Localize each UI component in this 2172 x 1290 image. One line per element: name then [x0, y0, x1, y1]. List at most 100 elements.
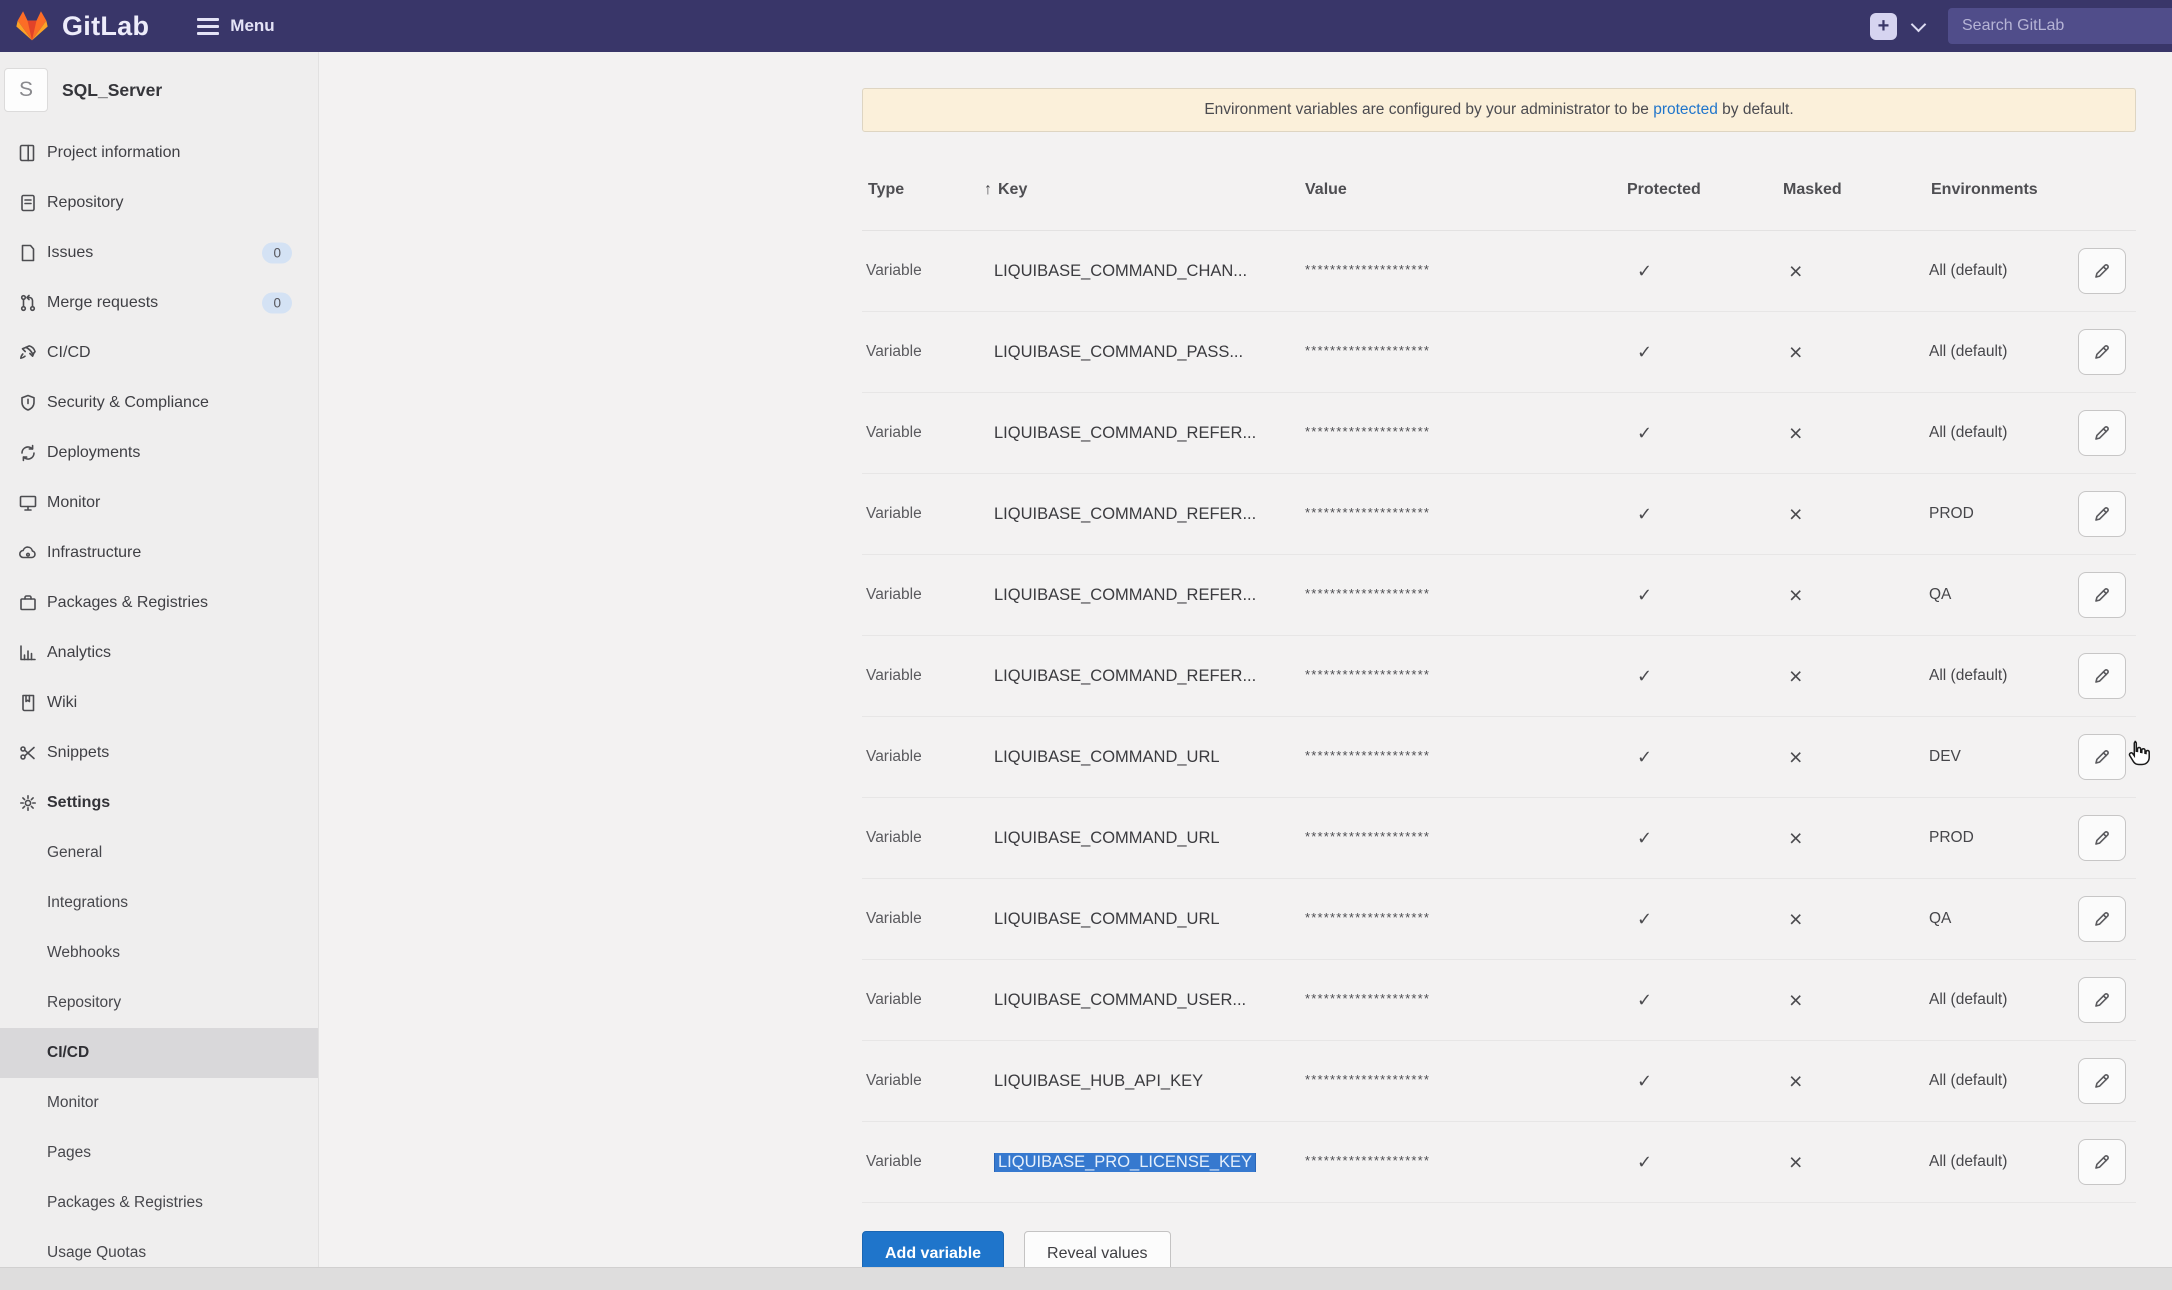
analytics-icon [18, 643, 38, 663]
sidebar-project-header[interactable]: S SQL_Server [0, 52, 318, 128]
variable-row: VariableLIQUIBASE_COMMAND_REFER...******… [862, 393, 2136, 474]
protected-check-icon: ✓ [1621, 909, 1777, 930]
edit-variable-button[interactable] [2078, 896, 2126, 942]
sidebar-subitem-webhooks[interactable]: Webhooks [0, 928, 318, 978]
variable-masked-value: ******************** [1299, 343, 1621, 358]
variable-row: VariableLIQUIBASE_COMMAND_PASS...*******… [862, 312, 2136, 393]
variable-type: Variable [862, 829, 978, 847]
edit-variable-button[interactable] [2078, 572, 2126, 618]
sidebar-item-ci-cd[interactable]: CI/CD [0, 328, 318, 378]
sidebar-subitem-packages-registries[interactable]: Packages & Registries [0, 1178, 318, 1228]
sidebar-item-infrastructure[interactable]: Infrastructure [0, 528, 318, 578]
variable-environment: All (default) [1925, 991, 2066, 1009]
sidebar-item-deployments[interactable]: Deployments [0, 428, 318, 478]
banner-text-after: by default. [1718, 101, 1794, 118]
variable-key: LIQUIBASE_COMMAND_REFER... [978, 424, 1299, 443]
masked-x-icon: × [1777, 422, 1925, 445]
variable-masked-value: ******************** [1299, 991, 1621, 1006]
edit-cell [2066, 1139, 2136, 1185]
masked-x-icon: × [1777, 827, 1925, 850]
sidebar-item-label: Deployments [47, 444, 140, 462]
snippets-icon [18, 743, 38, 763]
sidebar-item-security-compliance[interactable]: Security & Compliance [0, 378, 318, 428]
variable-row: VariableLIQUIBASE_PRO_LICENSE_KEY*******… [862, 1122, 2136, 1203]
variable-type: Variable [862, 667, 978, 685]
project-information-icon [18, 143, 38, 163]
edit-variable-button[interactable] [2078, 248, 2126, 294]
variable-type: Variable [862, 1153, 978, 1171]
sidebar-item-issues[interactable]: Issues0 [0, 228, 318, 278]
variable-environment: All (default) [1925, 343, 2066, 361]
sidebar-item-packages-registries[interactable]: Packages & Registries [0, 578, 318, 628]
new-item-plus-icon[interactable]: + [1870, 13, 1897, 40]
edit-cell [2066, 572, 2136, 618]
table-header-row: Type ↑ Key Value Protected Masked Enviro… [862, 132, 2136, 231]
masked-x-icon: × [1777, 503, 1925, 526]
sidebar-subitem-pages[interactable]: Pages [0, 1128, 318, 1178]
sidebar-subitem-monitor[interactable]: Monitor [0, 1078, 318, 1128]
search-input[interactable] [1948, 8, 2172, 44]
project-avatar[interactable]: S [4, 68, 48, 112]
variable-environment: PROD [1925, 829, 2066, 847]
main-area: Environment variables are configured by … [319, 52, 2172, 1290]
sidebar-subitem-general[interactable]: General [0, 828, 318, 878]
protected-check-icon: ✓ [1621, 261, 1777, 282]
variable-environment: All (default) [1925, 1072, 2066, 1090]
security-compliance-icon [18, 393, 38, 413]
variable-type: Variable [862, 991, 978, 1009]
edit-variable-button[interactable] [2078, 653, 2126, 699]
sidebar-item-analytics[interactable]: Analytics [0, 628, 318, 678]
protected-variables-banner: Environment variables are configured by … [862, 88, 2136, 132]
settings-icon [18, 793, 38, 813]
sidebar-subitem-repository[interactable]: Repository [0, 978, 318, 1028]
sidebar-item-wiki[interactable]: Wiki [0, 678, 318, 728]
edit-cell [2066, 815, 2136, 861]
edit-cell [2066, 896, 2136, 942]
variables-panel: Environment variables are configured by … [862, 52, 2136, 1277]
edit-variable-button[interactable] [2078, 410, 2126, 456]
variable-row: VariableLIQUIBASE_COMMAND_REFER...******… [862, 555, 2136, 636]
variable-key: LIQUIBASE_COMMAND_REFER... [978, 586, 1299, 605]
page-root: { "topbar": { "brand": "GitLab", "menu_l… [0, 0, 2172, 1290]
project-name[interactable]: SQL_Server [62, 80, 162, 101]
banner-text: Environment variables are configured by … [1204, 101, 1653, 118]
variable-environment: All (default) [1925, 424, 2066, 442]
brand-title[interactable]: GitLab [62, 11, 149, 42]
sidebar-subitem-ci-cd[interactable]: CI/CD [0, 1028, 318, 1078]
edit-variable-button[interactable] [2078, 1058, 2126, 1104]
protected-link[interactable]: protected [1653, 101, 1718, 118]
variable-masked-value: ******************** [1299, 586, 1621, 601]
sidebar-item-label: Merge requests [47, 294, 158, 312]
edit-variable-button[interactable] [2078, 815, 2126, 861]
menu-button[interactable]: Menu [191, 15, 280, 37]
edit-variable-button[interactable] [2078, 734, 2126, 780]
variables-table-body: VariableLIQUIBASE_COMMAND_CHAN...*******… [862, 231, 2136, 1203]
sidebar-item-settings[interactable]: Settings [0, 778, 318, 828]
edit-variable-button[interactable] [2078, 1139, 2126, 1185]
column-header-masked: Masked [1777, 181, 1925, 199]
sidebar-item-repository[interactable]: Repository [0, 178, 318, 228]
edit-variable-button[interactable] [2078, 491, 2126, 537]
monitor-icon [18, 493, 38, 513]
column-header-key[interactable]: ↑ Key [978, 181, 1299, 199]
sidebar-item-monitor[interactable]: Monitor [0, 478, 318, 528]
sidebar-subitem-integrations[interactable]: Integrations [0, 878, 318, 928]
sidebar-item-snippets[interactable]: Snippets [0, 728, 318, 778]
gitlab-logo-icon[interactable] [14, 9, 50, 43]
bottom-strip [0, 1267, 2172, 1290]
hamburger-icon [197, 18, 219, 35]
chevron-down-icon[interactable] [1911, 16, 1927, 32]
edit-variable-button[interactable] [2078, 329, 2126, 375]
masked-x-icon: × [1777, 908, 1925, 931]
edit-variable-button[interactable] [2078, 977, 2126, 1023]
variable-environment: All (default) [1925, 1153, 2066, 1171]
variable-masked-value: ******************** [1299, 1153, 1621, 1168]
sidebar-item-label: Monitor [47, 494, 100, 512]
sidebar-item-merge-requests[interactable]: Merge requests0 [0, 278, 318, 328]
variable-type: Variable [862, 748, 978, 766]
sidebar-item-project-information[interactable]: Project information [0, 128, 318, 178]
variable-type: Variable [862, 343, 978, 361]
variable-type: Variable [862, 505, 978, 523]
variable-row: VariableLIQUIBASE_COMMAND_CHAN...*******… [862, 231, 2136, 312]
sidebar-item-label: Packages & Registries [47, 594, 208, 612]
